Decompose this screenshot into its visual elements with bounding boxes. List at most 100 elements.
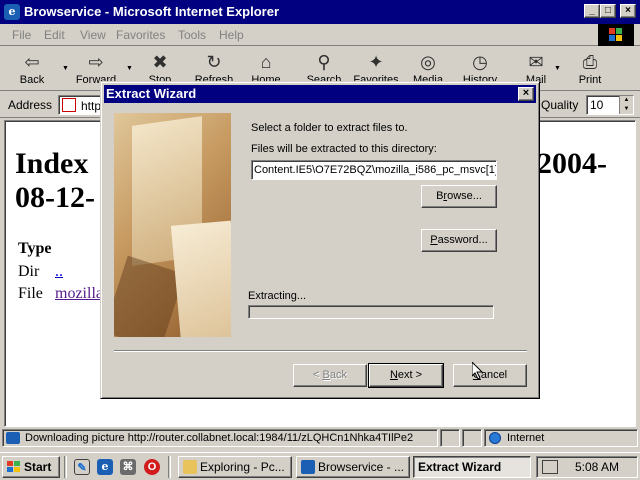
media-icon: ◎ bbox=[420, 52, 436, 72]
illustration-sheet bbox=[170, 220, 231, 337]
back-button[interactable]: < Back bbox=[293, 364, 367, 387]
menu-view[interactable]: View bbox=[80, 28, 106, 42]
zone-label: Internet bbox=[507, 432, 545, 444]
extract-path-field[interactable]: Content.IE5\O7E72BQZ\mozilla_i586_pc_msv… bbox=[251, 160, 497, 180]
browse-label-post: owse... bbox=[447, 190, 482, 202]
instruction-text: Select a folder to extract files to. bbox=[251, 122, 408, 134]
status-cell bbox=[462, 429, 482, 447]
network-icon[interactable]: ⌘ bbox=[120, 459, 136, 475]
back-label-post: ack bbox=[329, 369, 347, 381]
task-button-browservice[interactable]: Browservice - ... bbox=[296, 456, 410, 478]
folder-icon bbox=[183, 460, 197, 474]
history-icon: ◷ bbox=[472, 52, 488, 72]
clock[interactable]: 5:08 AM bbox=[575, 460, 619, 474]
minimize-button[interactable]: _ bbox=[584, 4, 600, 18]
maximize-button[interactable]: □ bbox=[600, 4, 616, 18]
quicklaunch-separator bbox=[64, 456, 67, 478]
next-label-accel: N bbox=[389, 369, 398, 381]
row-type: File bbox=[18, 285, 43, 302]
quality-label: Quality bbox=[541, 98, 579, 112]
extract-wizard-dialog: Extract Wizard × Select a folder to extr… bbox=[100, 81, 540, 399]
back-arrow-icon: ⇦ bbox=[24, 52, 40, 72]
status-bar: Downloading picture http://router.collab… bbox=[0, 428, 640, 448]
extract-progress-bar bbox=[248, 305, 494, 319]
task-button-extract-wizard[interactable]: Extract Wizard bbox=[413, 456, 531, 478]
menu-tools[interactable]: Tools bbox=[178, 28, 206, 42]
address-text: http bbox=[81, 99, 102, 113]
toolbar-label: Back bbox=[19, 74, 45, 86]
page-loading-icon bbox=[6, 432, 20, 444]
task-label: Exploring - Pc... bbox=[200, 460, 285, 474]
mouse-pointer-icon bbox=[472, 362, 484, 380]
menu-file[interactable]: File bbox=[12, 28, 31, 42]
task-label: Extract Wizard bbox=[418, 460, 502, 474]
windows-logo-icon bbox=[7, 461, 21, 473]
password-label-post: assword... bbox=[437, 234, 488, 246]
browse-button[interactable]: Browse... bbox=[421, 185, 497, 208]
dialog-titlebar[interactable]: Extract Wizard × bbox=[104, 85, 536, 103]
cancel-button[interactable]: Cancel bbox=[453, 364, 527, 387]
page-heading-line2: 08-12- bbox=[15, 181, 95, 214]
menu-help[interactable]: Help bbox=[219, 28, 244, 42]
opera-icon[interactable]: O bbox=[144, 459, 160, 475]
toolbar-label: Print bbox=[578, 74, 602, 86]
ie-titlebar[interactable]: e Browservice - Microsoft Internet Explo… bbox=[0, 0, 640, 24]
address-label: Address bbox=[8, 98, 53, 112]
dialog-title: Extract Wizard bbox=[106, 86, 197, 101]
toolbar-button-print[interactable]: ⎙ Print bbox=[562, 49, 618, 89]
quality-input[interactable]: 10 ▲ ▼ bbox=[586, 95, 634, 115]
back-label-pre: < bbox=[313, 369, 323, 381]
parent-dir-link[interactable]: .. bbox=[55, 263, 63, 281]
page-icon bbox=[62, 98, 76, 112]
start-label: Start bbox=[24, 460, 52, 474]
start-button[interactable]: Start bbox=[2, 456, 60, 478]
toolbar-button-back[interactable]: ⇦ Back bbox=[4, 49, 60, 89]
print-icon: ⎙ bbox=[582, 52, 598, 72]
volume-tray-icon[interactable] bbox=[542, 460, 558, 474]
refresh-icon: ↻ bbox=[206, 52, 222, 72]
password-label-accel: P bbox=[430, 234, 438, 246]
column-header-type: Type bbox=[18, 240, 52, 257]
password-button[interactable]: Password... bbox=[421, 229, 497, 252]
menu-favorites[interactable]: Favorites bbox=[116, 28, 165, 42]
window-title: Browservice - Microsoft Internet Explore… bbox=[24, 4, 280, 19]
search-icon: ⚲ bbox=[317, 52, 331, 72]
row-type: Dir bbox=[18, 263, 40, 280]
mail-icon: ✉ bbox=[528, 52, 544, 72]
windows-flag-icon bbox=[609, 28, 623, 42]
taskbar: Start ✎ e ⌘ O Exploring - Pc... Browserv… bbox=[0, 452, 640, 480]
next-button[interactable]: Next > bbox=[368, 363, 444, 388]
cancel-label-post: ancel bbox=[480, 369, 508, 381]
dialog-divider bbox=[114, 350, 527, 352]
internet-explorer-icon[interactable]: e bbox=[97, 459, 113, 475]
back-label-accel: B bbox=[322, 369, 330, 381]
menu-edit[interactable]: Edit bbox=[44, 28, 65, 42]
page-heading-tail: 2004- bbox=[537, 147, 607, 180]
file-link[interactable]: mozilla bbox=[55, 285, 103, 303]
quality-spinner[interactable]: ▲ ▼ bbox=[619, 96, 633, 114]
windows-logo-throbber bbox=[598, 24, 634, 46]
extract-path-value: Content.IE5\O7E72BQZ\mozilla_i586_pc_msv… bbox=[254, 164, 497, 176]
stop-icon: ✖ bbox=[152, 52, 168, 72]
home-icon: ⌂ bbox=[260, 52, 272, 72]
menu-bar: File Edit View Favorites Tools Help bbox=[0, 24, 640, 46]
globe-icon bbox=[489, 432, 501, 444]
status-message: Downloading picture http://router.collab… bbox=[2, 429, 438, 447]
internet-explorer-icon: e bbox=[4, 4, 20, 20]
close-button[interactable]: × bbox=[620, 4, 636, 18]
wizard-illustration bbox=[114, 113, 231, 337]
dialog-close-button[interactable]: × bbox=[518, 87, 534, 101]
security-zone: Internet bbox=[484, 429, 638, 447]
next-label-post: ext > bbox=[397, 369, 423, 381]
dropdown-arrow-icon[interactable]: ▼ bbox=[554, 65, 561, 72]
status-cell bbox=[440, 429, 460, 447]
task-button-exploring[interactable]: Exploring - Pc... bbox=[178, 456, 292, 478]
forward-arrow-icon: ⇨ bbox=[88, 52, 104, 72]
directory-label: Files will be extracted to this director… bbox=[251, 143, 437, 155]
quicklaunch-separator bbox=[168, 456, 171, 478]
internet-explorer-icon bbox=[301, 460, 315, 474]
task-label: Browservice - ... bbox=[318, 460, 405, 474]
favorites-icon: ✦ bbox=[368, 52, 384, 72]
system-tray: 5:08 AM bbox=[536, 456, 638, 478]
show-desktop-icon[interactable]: ✎ bbox=[74, 459, 90, 475]
